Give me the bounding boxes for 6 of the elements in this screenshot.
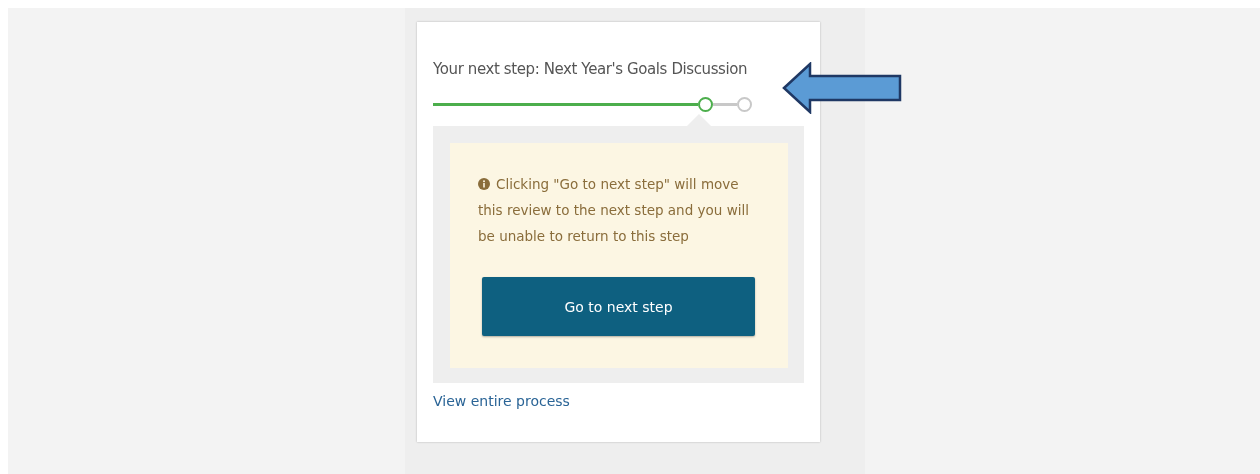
notice-text: Clicking "Go to next step" will move this review to the next step and you will be unable to return to this step bbox=[478, 175, 750, 246]
card-title: Your next step: Next Year's Goals Discussion bbox=[433, 60, 749, 78]
arrow-icon bbox=[782, 62, 902, 114]
process-link[interactable]: View entire process bbox=[433, 393, 804, 409]
next-step-button[interactable]: Go to next step bbox=[482, 277, 755, 336]
info-icon bbox=[478, 178, 490, 190]
